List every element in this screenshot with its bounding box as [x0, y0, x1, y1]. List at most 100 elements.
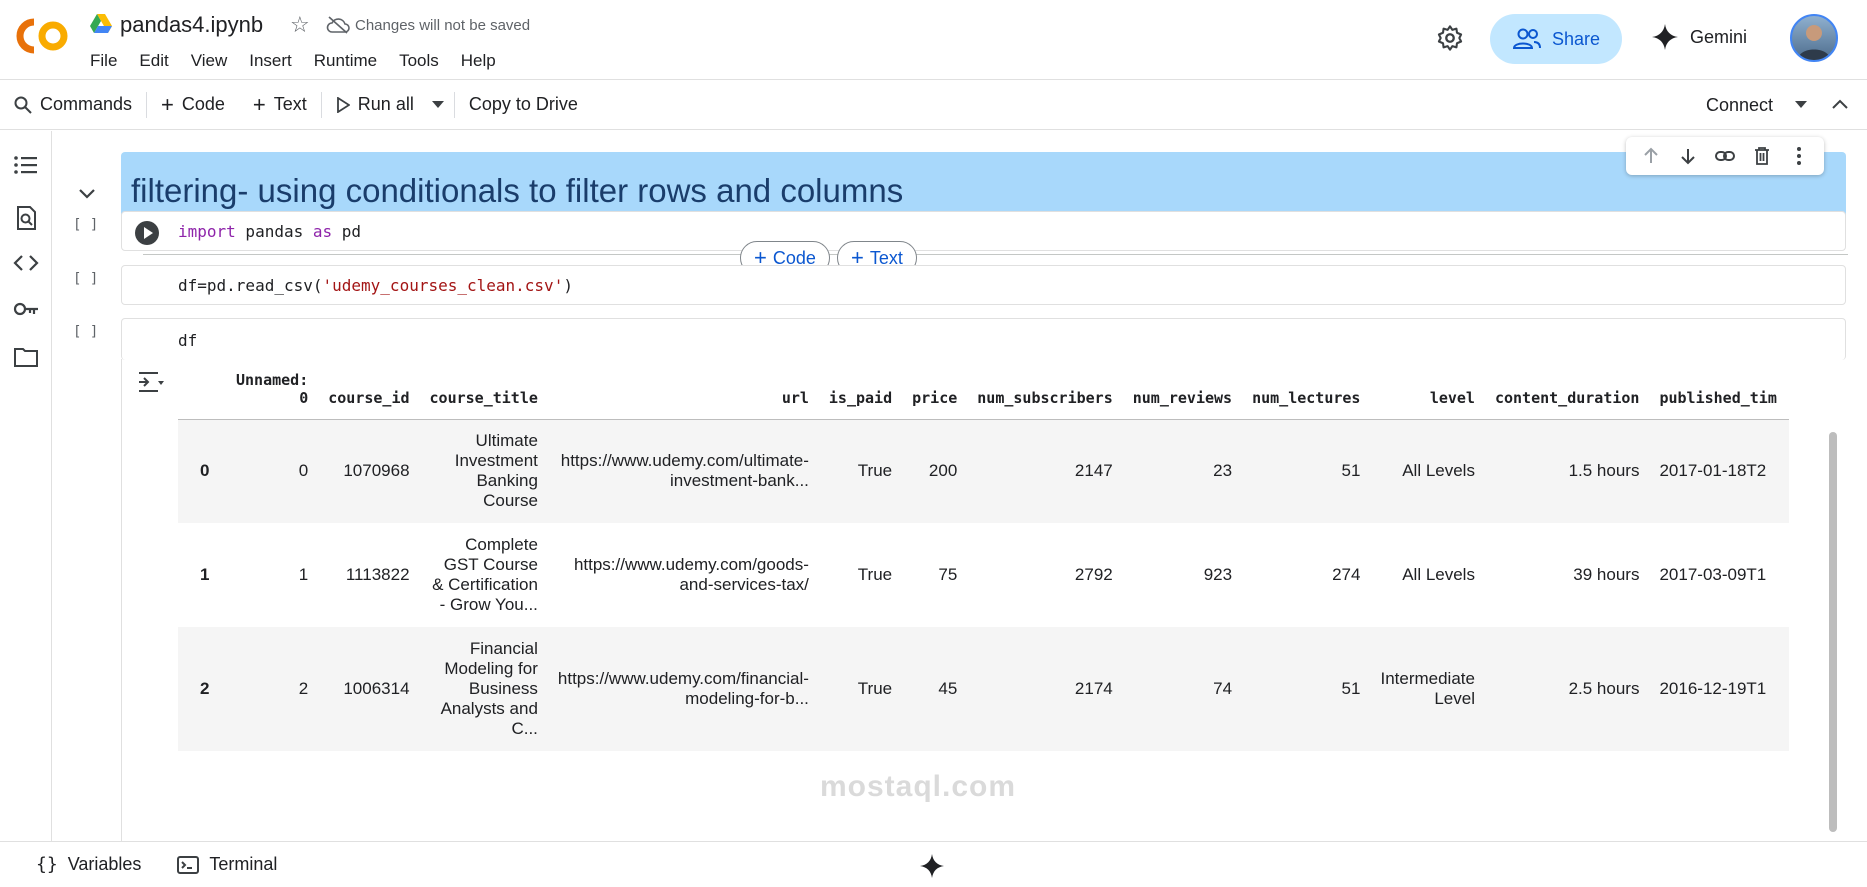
table-cell: 75: [938, 565, 958, 584]
status-footer: {} Variables Terminal: [0, 841, 1867, 887]
code-cell-import[interactable]: import pandas as pd: [121, 211, 1846, 251]
chevron-up-icon[interactable]: [1831, 94, 1849, 115]
key-icon[interactable]: [12, 295, 40, 323]
terminal-button[interactable]: Terminal: [177, 854, 277, 875]
table-cell: 2174: [969, 627, 1125, 751]
app-header: pandas4.ipynb ☆ Changes will not be save…: [0, 0, 1867, 80]
code-line[interactable]: df: [178, 331, 197, 350]
arrow-down-icon[interactable]: [1677, 145, 1699, 167]
add-text-button[interactable]: + Text: [239, 80, 321, 130]
output-scrollbar[interactable]: [1829, 432, 1837, 832]
find-icon[interactable]: [12, 204, 40, 232]
delete-icon[interactable]: [1751, 145, 1773, 167]
folder-icon[interactable]: [12, 343, 40, 371]
add-text-label: Text: [273, 94, 307, 114]
run-all-button[interactable]: Run all: [322, 80, 428, 130]
markdown-heading: filtering- using conditionals to filter …: [131, 172, 904, 209]
chevron-down-icon[interactable]: [75, 181, 99, 205]
add-code-label: Code: [181, 94, 225, 114]
unsaved-notice: Changes will not be saved: [355, 17, 531, 34]
column-header: num_subscribers: [969, 359, 1125, 420]
code-cell-df[interactable]: df: [121, 318, 1846, 360]
add-code-button[interactable]: + Code: [147, 80, 239, 130]
code-token: pd: [332, 222, 362, 241]
table-cell: 23: [1124, 419, 1245, 523]
table-cell: 2.5 hours: [1486, 627, 1652, 751]
connect-button[interactable]: Connect: [1706, 80, 1807, 130]
avatar[interactable]: [1790, 14, 1838, 62]
colab-logo[interactable]: [16, 18, 72, 54]
commands-label: Commands: [40, 94, 133, 114]
commands-button[interactable]: Commands: [0, 80, 146, 130]
code-token: pandas: [235, 222, 313, 241]
gemini-button[interactable]: Gemini: [1652, 24, 1747, 50]
variables-button[interactable]: {} Variables: [36, 854, 141, 875]
sparkle-icon[interactable]: [920, 854, 944, 878]
menu-tools[interactable]: Tools: [399, 51, 439, 71]
connect-label: Connect: [1705, 94, 1773, 115]
column-header: num_reviews: [1124, 359, 1245, 420]
column-header: num_lectures: [1244, 359, 1373, 420]
code-token: df=pd.read_csv(: [178, 276, 323, 295]
watermark: mostaql.com: [820, 770, 1017, 803]
copy-to-drive-label: Copy to Drive: [468, 94, 578, 114]
table-cell: 1006314: [320, 627, 422, 751]
table-cell: https://www.udemy.com/financial-modeling…: [549, 627, 821, 751]
table-row: 0 0 1070968 Ultimate Investment Banking …: [178, 419, 1789, 523]
caret-down-icon[interactable]: [1795, 101, 1807, 109]
caret-down-icon: [431, 100, 444, 108]
star-icon[interactable]: ☆: [290, 12, 310, 38]
sparkle-icon: [1652, 24, 1678, 50]
code-token: ): [563, 276, 573, 295]
column-header: course_id: [320, 359, 422, 420]
gear-icon[interactable]: [1436, 24, 1464, 52]
menu-view[interactable]: View: [191, 51, 228, 71]
menu-insert[interactable]: Insert: [249, 51, 292, 71]
table-cell: 74: [1124, 627, 1245, 751]
code-line[interactable]: df=pd.read_csv('udemy_courses_clean.csv'…: [178, 276, 573, 295]
code-line[interactable]: import pandas as pd: [178, 222, 361, 241]
plus-icon: +: [252, 91, 266, 117]
menu-edit[interactable]: Edit: [139, 51, 168, 71]
arrow-up-icon[interactable]: [1640, 145, 1662, 167]
table-row: 1 1 1113822 Complete GST Course & Certif…: [178, 523, 1789, 627]
column-header: price: [904, 359, 970, 420]
dataframe-table: Unnamed: 0 course_id course_title url is…: [178, 359, 1789, 751]
execution-count: [ ]: [73, 217, 99, 233]
code-snippets-icon[interactable]: [12, 249, 40, 277]
table-cell: 2017-01-18T2: [1651, 419, 1789, 523]
code-cell-read-csv[interactable]: df=pd.read_csv('udemy_courses_clean.csv'…: [121, 265, 1846, 305]
dataframe-table-container[interactable]: Unnamed: 0 course_id course_title url is…: [178, 359, 1838, 841]
people-icon: [1512, 28, 1541, 49]
menu-help[interactable]: Help: [461, 51, 496, 71]
table-cell: Intermediate Level: [1372, 627, 1487, 751]
row-index: 1: [200, 565, 210, 584]
table-cell: 45: [904, 627, 970, 751]
row-index: 0: [178, 419, 228, 523]
table-cell: 2792: [1074, 565, 1113, 584]
column-header: is_paid: [820, 359, 905, 420]
copy-to-drive-button[interactable]: Copy to Drive: [455, 80, 592, 130]
table-cell: 923: [1203, 565, 1233, 584]
table-of-contents-icon[interactable]: [12, 151, 40, 179]
link-icon[interactable]: [1714, 145, 1736, 167]
more-vert-icon[interactable]: [1788, 145, 1810, 167]
share-button[interactable]: Share: [1490, 14, 1622, 64]
drive-icon: [90, 14, 112, 33]
table-header-row: Unnamed: 0 course_id course_title url is…: [178, 359, 1789, 420]
table-cell: Complete GST Course & Certification - Gr…: [432, 535, 538, 614]
notebook-title[interactable]: pandas4.ipynb: [120, 12, 263, 38]
menu-runtime[interactable]: Runtime: [314, 51, 377, 71]
run-options-dropdown[interactable]: [428, 80, 454, 130]
execution-count: [ ]: [73, 324, 99, 340]
table-cell: 51: [1244, 419, 1373, 523]
variables-label: Variables: [67, 854, 142, 874]
table-cell: 0: [228, 419, 321, 523]
output-actions-icon[interactable]: [136, 369, 166, 395]
table-cell: 39 hours: [1573, 565, 1640, 584]
table-cell: 2: [228, 627, 321, 751]
run-cell-icon[interactable]: [134, 220, 160, 246]
menu-file[interactable]: File: [90, 51, 117, 71]
notebook-content: filtering- using conditionals to filter …: [53, 131, 1848, 841]
terminal-icon: [177, 855, 200, 874]
